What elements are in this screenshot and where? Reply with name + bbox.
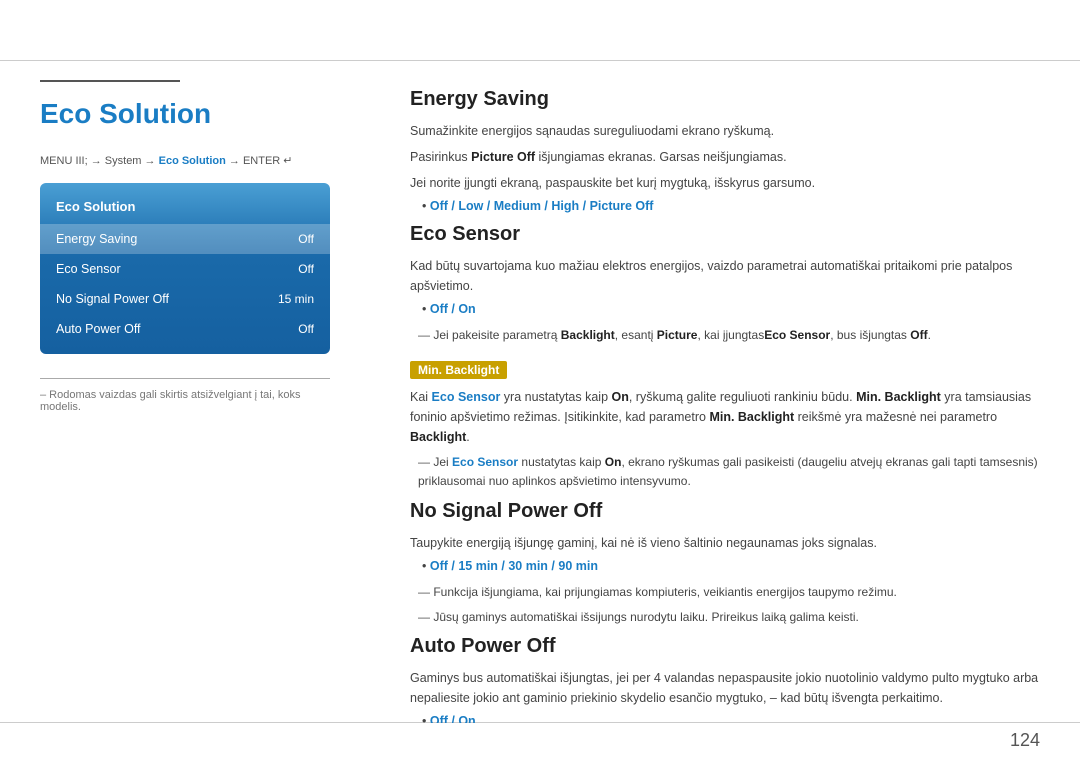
no-signal-value: 15 min [278,292,314,306]
system-crumb: System [105,155,142,167]
no-signal-options-text: Off / 15 min / 30 min / 90 min [430,559,598,573]
auto-power-label: Auto Power Off [56,322,141,336]
breadcrumb: MENU III; → System → Eco Solution → ENTE… [40,154,330,167]
menu-item-no-signal[interactable]: No Signal Power Off 15 min [40,284,330,314]
menu-item-energy[interactable]: Energy Saving Off [40,224,330,254]
menu-item-auto-power[interactable]: Auto Power Off Off [40,314,330,344]
eco-sensor-title: Eco Sensor [410,223,1040,246]
eco-crumb: Eco Solution [159,155,226,167]
energy-saving-title: Energy Saving [410,88,1040,111]
auto-power-title: Auto Power Off [410,635,1040,658]
energy-label: Energy Saving [56,232,137,246]
menu-box-title: Eco Solution [40,193,330,224]
no-signal-line: Taupykite energiją išjungę gaminį, kai n… [410,533,1040,553]
eco-sensor-label: Eco Sensor [56,262,121,276]
auto-power-options: Off / On [422,714,1040,723]
eco-sensor-options-text: Off / On [430,302,476,316]
energy-saving-line1: Sumažinkite energijos sąnaudas sureguliu… [410,121,1040,141]
no-signal-dash2: Jūsų gaminys automatiškai išsijungs nuro… [410,608,1040,627]
arrow3: → [229,155,243,167]
energy-saving-options: Off / Low / Medium / High / Picture Off [422,199,1040,213]
menu-item-eco-sensor[interactable]: Eco Sensor Off [40,254,330,284]
eco-solution-menu: Eco Solution Energy Saving Off Eco Senso… [40,183,330,354]
min-backlight-dash: Jei Eco Sensor nustatytas kaip On, ekran… [410,453,1040,491]
auto-power-value: Off [298,322,314,336]
no-signal-dash1: Funkcija išjungiama, kai prijungiamas ko… [410,583,1040,602]
arrow2: → [145,155,159,167]
no-signal-label: No Signal Power Off [56,292,169,306]
energy-options-text: Off / Low / Medium / High / Picture Off [430,199,654,213]
eco-sensor-line: Kad būtų suvartojama kuo mažiau elektros… [410,256,1040,296]
title-accent-bar [40,80,180,82]
eco-sensor-dash: Jei pakeisite parametrą Backlight, esant… [410,326,1040,345]
min-backlight-badge: Min. Backlight [410,361,507,379]
note-text: – Rodomas vaizdas gali skirtis atsižvelg… [40,389,330,413]
note-section: – Rodomas vaizdas gali skirtis atsižvelg… [40,378,330,413]
eco-sensor-options: Off / On [422,302,1040,316]
min-backlight-line1: Kai Eco Sensor yra nustatytas kaip On, r… [410,387,1040,447]
page-number: 124 [1010,730,1040,751]
no-signal-options: Off / 15 min / 30 min / 90 min [422,559,1040,573]
menu-label: MENU III; [40,155,88,167]
left-panel: Eco Solution MENU III; → System → Eco So… [0,60,370,723]
energy-value: Off [298,232,314,246]
energy-saving-line2: Pasirinkus Picture Off išjungiamas ekran… [410,147,1040,167]
auto-power-options-text: Off / On [430,714,476,723]
auto-power-line: Gaminys bus automatiškai išjungtas, jei … [410,668,1040,708]
no-signal-title: No Signal Power Off [410,500,1040,523]
energy-saving-line3: Jei norite įjungti ekraną, paspauskite b… [410,173,1040,193]
eco-sensor-value: Off [298,262,314,276]
right-panel: Energy Saving Sumažinkite energijos sąna… [370,60,1080,723]
enter-label: ENTER ↵ [243,155,293,167]
page-title: Eco Solution [40,98,330,130]
arrow1: → [91,155,105,167]
